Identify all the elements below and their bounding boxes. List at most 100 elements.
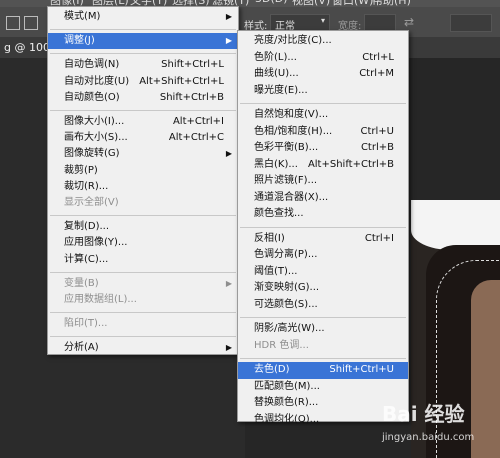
submenu-arrow-icon: ▶ <box>225 278 232 288</box>
submenu-arrow-icon: ▶ <box>225 36 232 46</box>
menu-item-shortcut: Shift+Ctrl+B <box>159 91 224 103</box>
menu-item-shortcut: Ctrl+L <box>362 51 394 63</box>
menu-item[interactable]: 曲线(U)... Ctrl+M <box>238 66 408 83</box>
menu-separator <box>50 271 236 273</box>
menu-item-shortcut: Ctrl+B <box>360 142 394 153</box>
menu-separator <box>240 358 406 359</box>
menu-item-label: 曝光度(E)... <box>254 84 308 96</box>
menu-item-shortcut: Ctrl+M <box>359 68 394 79</box>
submenu-arrow-icon: ▶ <box>225 343 232 353</box>
menu-item-label: 亮度/对比度(C)... <box>254 35 332 46</box>
menu-item-label: 替换颜色(R)... <box>254 397 319 408</box>
menu-item-label: HDR 色调... <box>254 339 309 351</box>
menu-item-label: 阴影/高光(W)... <box>254 323 325 334</box>
menu-item-shortcut: Alt+Shift+Ctrl+B <box>307 158 394 170</box>
menu-item[interactable]: 计算(C)... <box>48 252 238 268</box>
menu-item-label: 复制(D)... <box>64 221 110 233</box>
tools-panel <box>0 58 46 458</box>
menu-item-label: 裁切(R)... <box>64 180 109 192</box>
watermark: Bai 经验 jingyan.baidu.com <box>382 398 494 454</box>
menu-item[interactable]: 自然饱和度(V)... <box>238 107 408 124</box>
menu-item-label: 图像大小(I)... <box>64 116 125 127</box>
menu-item: HDR 色调... <box>238 338 408 355</box>
menubar-item[interactable]: 窗口(W) <box>332 0 373 7</box>
menu-item-shortcut: Alt+Shift+Ctrl+L <box>139 75 224 87</box>
menu-item-shortcut: Alt+Ctrl+C <box>168 132 224 144</box>
submenu-arrow-icon: ▶ <box>225 12 232 21</box>
menu-item[interactable]: 自动对比度(U) Alt+Shift+Ctrl+L <box>48 74 238 90</box>
image-menu: 模式(M) ▶ 调整(J) ▶ 自动色调(N) Shift+Ctrl+L 自动对比度(U) A… <box>47 6 239 355</box>
menu-item[interactable]: 调整(J) ▶ <box>48 33 238 50</box>
menu-item[interactable]: 色彩平衡(B)... Ctrl+B <box>238 140 408 157</box>
menubar-item[interactable]: 视图(V) <box>292 0 330 7</box>
menu-item[interactable]: 通道混合器(X)... <box>238 190 408 207</box>
menu-item[interactable]: 去色(D) Shift+Ctrl+U <box>238 362 408 379</box>
menubar-item[interactable]: 帮助(H) <box>372 0 411 7</box>
menu-item-label: 应用数据组(L)... <box>64 294 137 305</box>
menu-item[interactable]: 图像旋转(G) ▶ <box>48 146 238 162</box>
menu-item[interactable]: 亮度/对比度(C)... <box>238 33 408 50</box>
menu-item[interactable]: 分析(A) ▶ <box>48 340 238 356</box>
menu-item[interactable]: 颜色查找... <box>238 206 408 223</box>
menu-item-label: 自然饱和度(V)... <box>254 109 329 120</box>
menu-item-label: 色相/饱和度(H)... <box>254 125 333 137</box>
menu-item-label: 画布大小(S)... <box>64 132 128 144</box>
menu-item[interactable]: 模式(M) ▶ <box>48 9 238 25</box>
submenu-arrow-icon: ▶ <box>225 149 232 159</box>
menu-item[interactable]: 应用图像(Y)... <box>48 235 238 251</box>
menu-item[interactable]: 阈值(T)... <box>238 264 408 281</box>
menu-item-shortcut: Alt+Ctrl+I <box>172 116 224 127</box>
menu-item-label: 变量(B) <box>64 277 99 289</box>
menu-item-label: 渐变映射(G)... <box>254 282 320 293</box>
menu-item-shortcut: Ctrl+U <box>360 125 395 137</box>
menu-item[interactable]: 曝光度(E)... <box>238 83 408 100</box>
menu-item[interactable]: 阴影/高光(W)... <box>238 321 408 338</box>
menu-separator <box>50 312 236 314</box>
menu-item[interactable]: 图像大小(I)... Alt+Ctrl+I <box>48 114 238 130</box>
menu-item[interactable]: 反相(I) Ctrl+I <box>238 231 408 248</box>
menu-item[interactable]: 自动色调(N) Shift+Ctrl+L <box>48 57 238 73</box>
menu-item[interactable]: 色调分离(P)... <box>238 247 408 264</box>
menu-item-label: 应用图像(Y)... <box>64 237 128 249</box>
menu-item[interactable]: 裁切(R)... <box>48 179 238 195</box>
menu-item-shortcut: Ctrl+I <box>364 232 394 244</box>
menu-separator <box>240 103 406 104</box>
menu-item[interactable]: 匹配颜色(M)... <box>238 379 408 396</box>
menu-item[interactable]: 渐变映射(G)... <box>238 280 408 297</box>
menu-item-label: 色阶(L)... <box>254 51 297 63</box>
menu-separator <box>50 29 236 31</box>
menu-item[interactable]: 裁剪(P) <box>48 163 238 179</box>
menu-item-label: 计算(C)... <box>64 253 109 265</box>
menu-item[interactable]: 自动颜色(O) Shift+Ctrl+B <box>48 90 238 106</box>
menu-item[interactable]: 色相/饱和度(H)... Ctrl+U <box>238 124 408 141</box>
menubar-item[interactable]: 3D(D) <box>255 0 288 5</box>
menu-item[interactable]: 色阶(L)... Ctrl+L <box>238 50 408 67</box>
menu-item-label: 照片滤镜(F)... <box>254 175 318 186</box>
menu-item: 显示全部(V) <box>48 195 238 211</box>
menu-item-label: 分析(A) <box>64 342 99 354</box>
new-selection-icon[interactable] <box>6 16 20 30</box>
menu-item[interactable]: 黑白(K)... Alt+Shift+Ctrl+B <box>238 157 408 174</box>
menu-item-label: 色彩平衡(B)... <box>254 142 319 153</box>
chevron-down-icon: ▾ <box>320 16 325 25</box>
menu-item-label: 可选颜色(S)... <box>254 298 318 310</box>
menu-item-label: 模式(M) <box>64 11 101 22</box>
menu-item[interactable]: 复制(D)... <box>48 219 238 235</box>
menu-separator <box>50 110 236 111</box>
menu-item: 变量(B) ▶ <box>48 276 238 292</box>
menu-item-label: 显示全部(V) <box>64 197 119 208</box>
menu-item: 应用数据组(L)... <box>48 292 238 308</box>
menu-item-label: 自动对比度(U) <box>64 75 130 87</box>
menu-item[interactable]: 画布大小(S)... Alt+Ctrl+C <box>48 130 238 146</box>
menu-item-label: 色调均化(Q)... <box>254 413 320 425</box>
menu-item[interactable]: 照片滤镜(F)... <box>238 173 408 190</box>
menu-item[interactable]: 可选颜色(S)... <box>238 297 408 314</box>
menu-item-label: 自动颜色(O) <box>64 91 120 103</box>
menu-item-label: 反相(I) <box>254 232 285 244</box>
add-selection-icon[interactable] <box>24 16 38 30</box>
baidu-jingyan-logo: Bai 经验 <box>382 402 465 426</box>
height-field[interactable] <box>450 14 492 32</box>
menu-separator <box>50 53 236 55</box>
swap-icon[interactable]: ⇄ <box>404 15 414 29</box>
menu-item-label: 匹配颜色(M)... <box>254 380 320 392</box>
